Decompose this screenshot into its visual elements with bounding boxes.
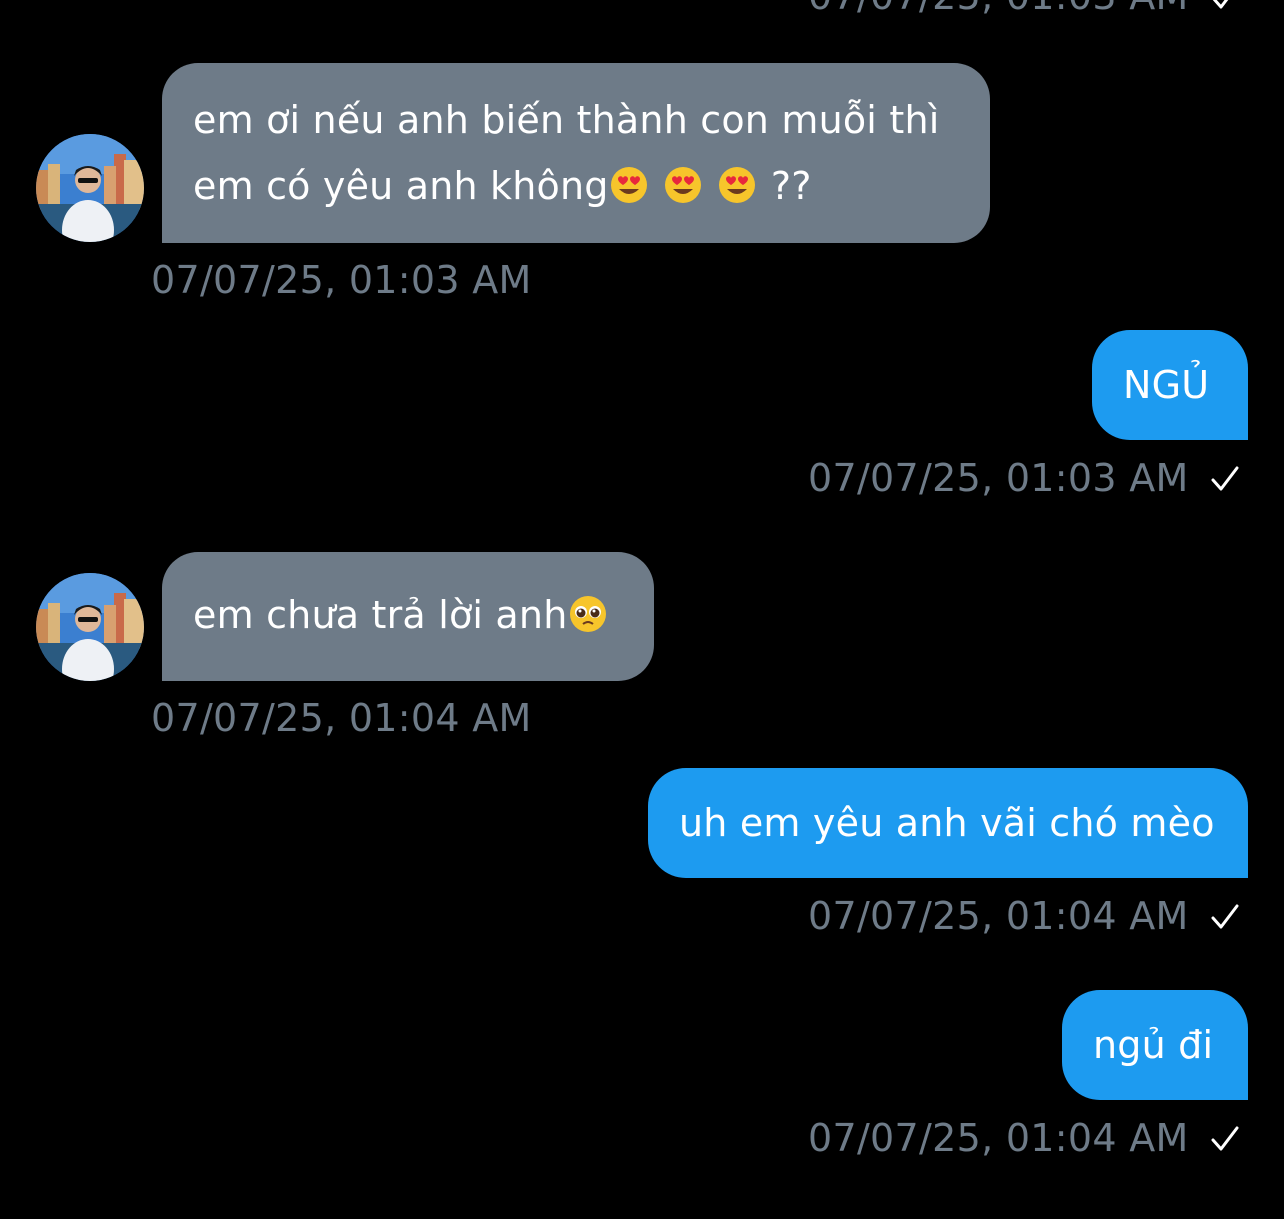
avatar[interactable]: [36, 573, 144, 681]
dm-conversation: 07/07/25, 01:03 AM em ơi nếu anh biến th…: [0, 0, 1284, 1219]
avatar[interactable]: [36, 134, 144, 242]
message-text: ??: [770, 164, 812, 208]
message-bubble-incoming[interactable]: em chưa trả lời anh: [162, 552, 654, 681]
message-timestamp: 07/07/25, 01:03 AM: [808, 0, 1189, 18]
message-bubble-outgoing[interactable]: ngủ đi: [1062, 990, 1248, 1100]
message-timestamp: 07/07/25, 01:04 AM: [151, 696, 532, 740]
message-bubble-outgoing[interactable]: uh em yêu anh vãi chó mèo: [648, 768, 1248, 878]
message-text: em có yêu anh không: [193, 164, 609, 208]
message-text: em chưa trả lời anh: [193, 593, 568, 637]
pleading-face-emoji-icon: [569, 596, 606, 632]
check-icon: [1211, 466, 1239, 491]
message-bubble-incoming[interactable]: em ơi nếu anh biến thành con muỗi thì em…: [162, 63, 990, 243]
check-icon: [1211, 1126, 1239, 1151]
message-timestamp: 07/07/25, 01:04 AM: [808, 1116, 1189, 1160]
message-text: ngủ đi: [1093, 1023, 1214, 1067]
message-text: uh em yêu anh vãi chó mèo: [679, 801, 1215, 845]
message-bubble-outgoing[interactable]: NGỦ: [1092, 330, 1248, 440]
message-text: em ơi nếu anh biến thành con muỗi thì: [193, 98, 940, 142]
message-text: NGỦ: [1123, 363, 1210, 407]
check-icon: [1212, 0, 1229, 9]
message-timestamp: 07/07/25, 01:03 AM: [151, 258, 532, 302]
heart-eyes-emoji-icon: [610, 167, 647, 203]
heart-eyes-emoji-icon: [664, 167, 701, 203]
message-text-line: em có yêu anh không ??: [193, 153, 960, 219]
check-icon: [1211, 904, 1239, 929]
message-timestamp: 07/07/25, 01:04 AM: [808, 894, 1189, 938]
message-timestamp: 07/07/25, 01:03 AM: [808, 456, 1189, 500]
heart-eyes-emoji-icon: [718, 167, 755, 203]
